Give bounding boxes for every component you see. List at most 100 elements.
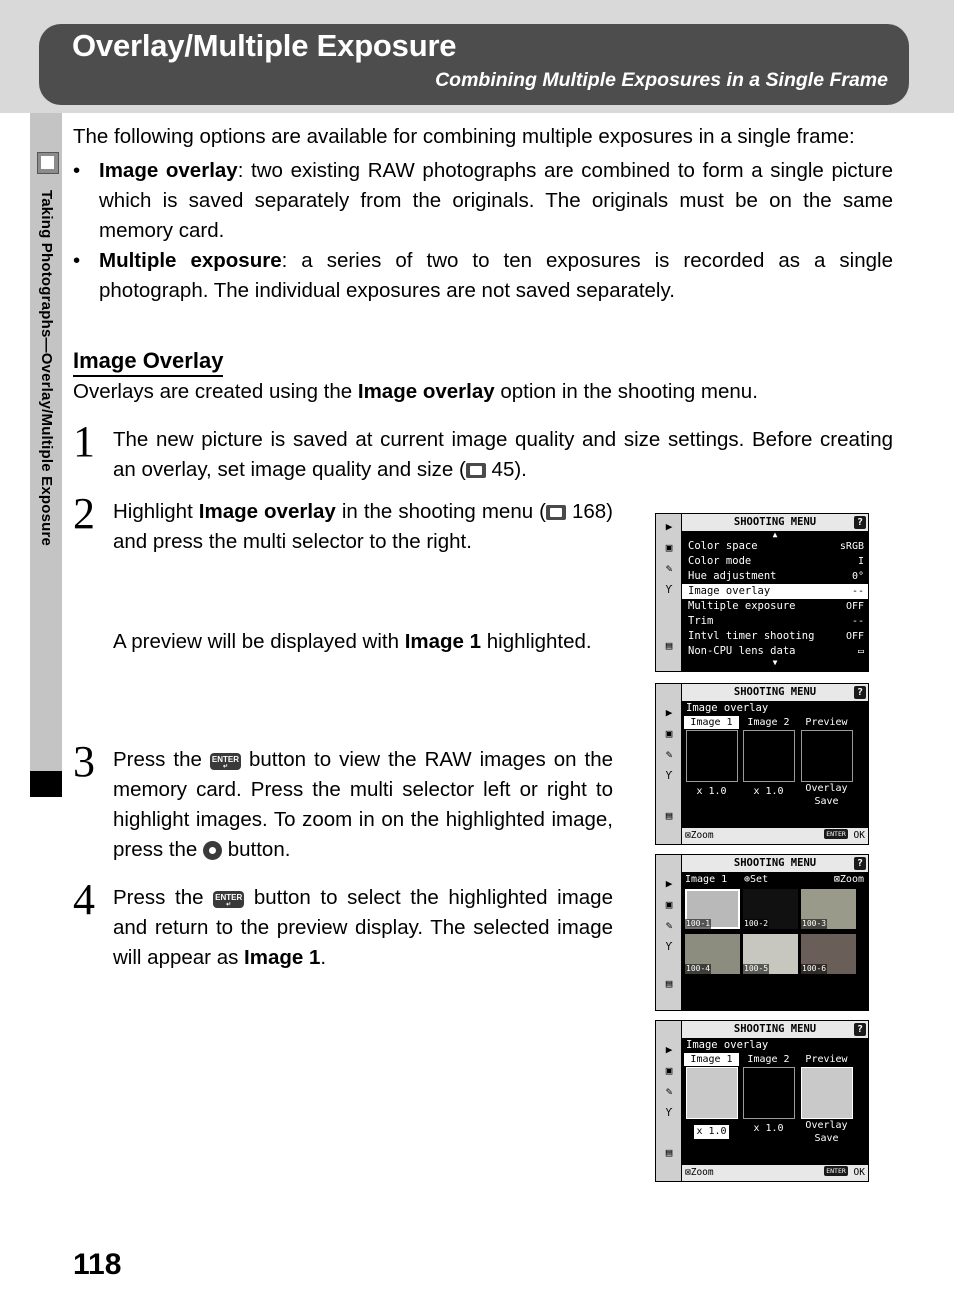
thumbnail-slot[interactable]	[742, 1067, 795, 1119]
step-text-b: 45).	[485, 458, 527, 481]
step-text: Highlight Image overlay in the shooting …	[113, 497, 613, 557]
footer-zoom-label: Zoom	[690, 1167, 714, 1178]
menu-title: SHOOTING MENU?	[682, 855, 868, 872]
thumbnail-caption: 100-5	[743, 964, 770, 974]
menu-item-label: Hue adjustment	[688, 570, 777, 582]
help-icon: ?	[854, 857, 866, 870]
section-lead-c: option in the shooting menu.	[494, 380, 758, 403]
thumbnail-slot[interactable]	[685, 1067, 738, 1119]
menu-item-value: 0°	[851, 571, 864, 582]
thumbnail-slot[interactable]	[800, 730, 853, 782]
section-lead: Overlays are created using the Image ove…	[73, 377, 893, 407]
table-row[interactable]: 100-1	[685, 889, 740, 929]
help-icon: ?	[854, 686, 866, 699]
menu-item-trim[interactable]: Trim --	[682, 614, 868, 629]
zoom-label: x 1.0	[694, 1125, 729, 1139]
table-row[interactable]: 100-5	[743, 934, 798, 974]
overlay-action[interactable]: Overlay	[799, 1119, 854, 1132]
menu-title-text: SHOOTING MENU	[733, 686, 817, 698]
thumbnail-slot[interactable]	[800, 1067, 853, 1119]
thumbnail-body: SHOOTING MENU? Image 1 ⊕Set ⊠Zoom 100-1 …	[682, 855, 868, 1010]
overlay-columns: Image 1 x 1.0 Image 2 x 1.0 Preview Over…	[682, 716, 868, 828]
menu-item-multiple-exposure[interactable]: Multiple exposure OFF	[682, 599, 868, 614]
intro-paragraph: The following options are available for …	[73, 125, 855, 148]
play-icon: ▶	[665, 706, 673, 719]
menu-title-text: SHOOTING MENU	[733, 516, 817, 528]
step-number: 1	[73, 417, 95, 466]
column-header: Image 2	[741, 1053, 796, 1066]
camera-section-icon	[37, 152, 59, 174]
step-2-followup: A preview will be displayed with Image 1…	[113, 627, 613, 657]
table-row[interactable]: 100-2	[743, 889, 798, 929]
menu-item-image-overlay[interactable]: Image overlay --	[682, 584, 868, 599]
menu-item-non-cpu-lens[interactable]: Non-CPU lens data ▭	[682, 644, 868, 659]
wrench-icon: Ƴ	[665, 583, 673, 596]
overlay-body: SHOOTING MENU? Image overlay Image 1 x 1…	[682, 1021, 868, 1181]
menu-item-value: --	[851, 616, 864, 627]
menu-item-color-space[interactable]: Color space sRGB	[682, 539, 868, 554]
column-header: Preview	[799, 716, 854, 729]
camera-icon: ▣	[665, 541, 673, 554]
table-row[interactable]: 100-3	[801, 889, 856, 929]
list-icon: ▤	[665, 1146, 673, 1159]
menu-rail: ▶ ▣ ✎ Ƴ ▤	[656, 684, 682, 844]
save-action[interactable]: Save	[799, 795, 854, 808]
overlay-column-image1[interactable]: Image 1 x 1.0	[684, 1053, 739, 1139]
footer-ok-label: OK	[853, 830, 865, 841]
step-1: 1 The new picture is saved at current im…	[73, 417, 893, 485]
side-tab-marker	[30, 771, 62, 797]
column-header: Image 1	[684, 1053, 739, 1066]
section-heading: Image Overlay	[73, 348, 224, 377]
toolbar-image1-label: Image 1	[685, 874, 728, 885]
footer-zoom: ⊠Zoom	[685, 830, 714, 841]
menu-body: SHOOTING MENU? ▲ Color space sRGB Color m…	[682, 514, 868, 671]
table-row[interactable]: 100-6	[801, 934, 856, 974]
wrench-icon: Ƴ	[665, 940, 673, 953]
step-text-a: Press the	[113, 748, 210, 771]
overlay-action[interactable]: Overlay	[799, 782, 854, 795]
toolbar-set-label: Set	[750, 874, 769, 885]
menu-item-label: Image overlay	[688, 585, 771, 597]
menu-item-value: I	[857, 556, 864, 567]
pencil-icon: ✎	[665, 562, 673, 575]
overlay-column-image2[interactable]: Image 2 x 1.0	[741, 1053, 796, 1136]
bullet-dot: •	[73, 249, 81, 272]
menu-item-hue-adjustment[interactable]: Hue adjustment 0°	[682, 569, 868, 584]
table-row[interactable]: 100-4	[685, 934, 740, 974]
wrench-icon: Ƴ	[665, 769, 673, 782]
thumbnail-slot[interactable]	[742, 730, 795, 782]
bullet-term: Image overlay	[99, 159, 238, 182]
step-text-a: Press the	[113, 886, 214, 909]
menu-item-intvl-timer[interactable]: Intvl timer shooting OFF	[682, 629, 868, 644]
lcd-image-overlay-selected: ▶ ▣ ✎ Ƴ ▤ SHOOTING MENU? Image overlay I…	[655, 1020, 869, 1182]
menu-item-label: Multiple exposure	[688, 600, 796, 612]
page-subtitle: Combining Multiple Exposures in a Single…	[435, 69, 888, 91]
menu-item-color-mode[interactable]: Color mode I	[682, 554, 868, 569]
enter-button-icon: ENTER ↵	[209, 753, 242, 770]
camera-icon: ▣	[665, 727, 673, 740]
options-list: • Image overlay: two existing RAW photog…	[73, 156, 893, 306]
page-number: 118	[73, 1248, 122, 1281]
thumbnail-slot[interactable]	[685, 730, 738, 782]
overlay-column-preview[interactable]: Preview Overlay Save	[799, 1053, 854, 1145]
zoom-button-icon	[203, 841, 223, 860]
footer-ok: ENTER OK	[824, 828, 865, 844]
step-text-bold: Image 1	[244, 946, 321, 969]
list-item: • Multiple exposure: a series of two to …	[73, 246, 893, 306]
thumbnail-toolbar: Image 1 ⊕Set ⊠Zoom	[682, 872, 868, 887]
save-action[interactable]: Save	[799, 1132, 854, 1145]
overlay-column-image1[interactable]: Image 1 x 1.0	[684, 716, 739, 799]
menu-item-value: ▭	[857, 646, 864, 657]
overlay-column-image2[interactable]: Image 2 x 1.0	[741, 716, 796, 799]
step-text-bold: Image overlay	[198, 500, 336, 523]
overlay-column-preview[interactable]: Preview Overlay Save	[799, 716, 854, 808]
overlay-columns: Image 1 x 1.0 Image 2 x 1.0 Preview Over…	[682, 1053, 868, 1165]
menu-item-value: OFF	[845, 601, 864, 612]
column-header: Preview	[799, 1053, 854, 1066]
chapter-banner: Overlay/Multiple Exposure Combining Mult…	[39, 24, 909, 105]
play-icon: ▶	[665, 520, 673, 533]
menu-item-label: Color mode	[688, 555, 752, 567]
play-icon: ▶	[665, 877, 673, 890]
help-icon: ?	[854, 516, 866, 529]
lcd-shooting-menu: ▶ ▣ ✎ Ƴ ▤ SHOOTING MENU? ▲ Color space sR…	[655, 513, 869, 672]
